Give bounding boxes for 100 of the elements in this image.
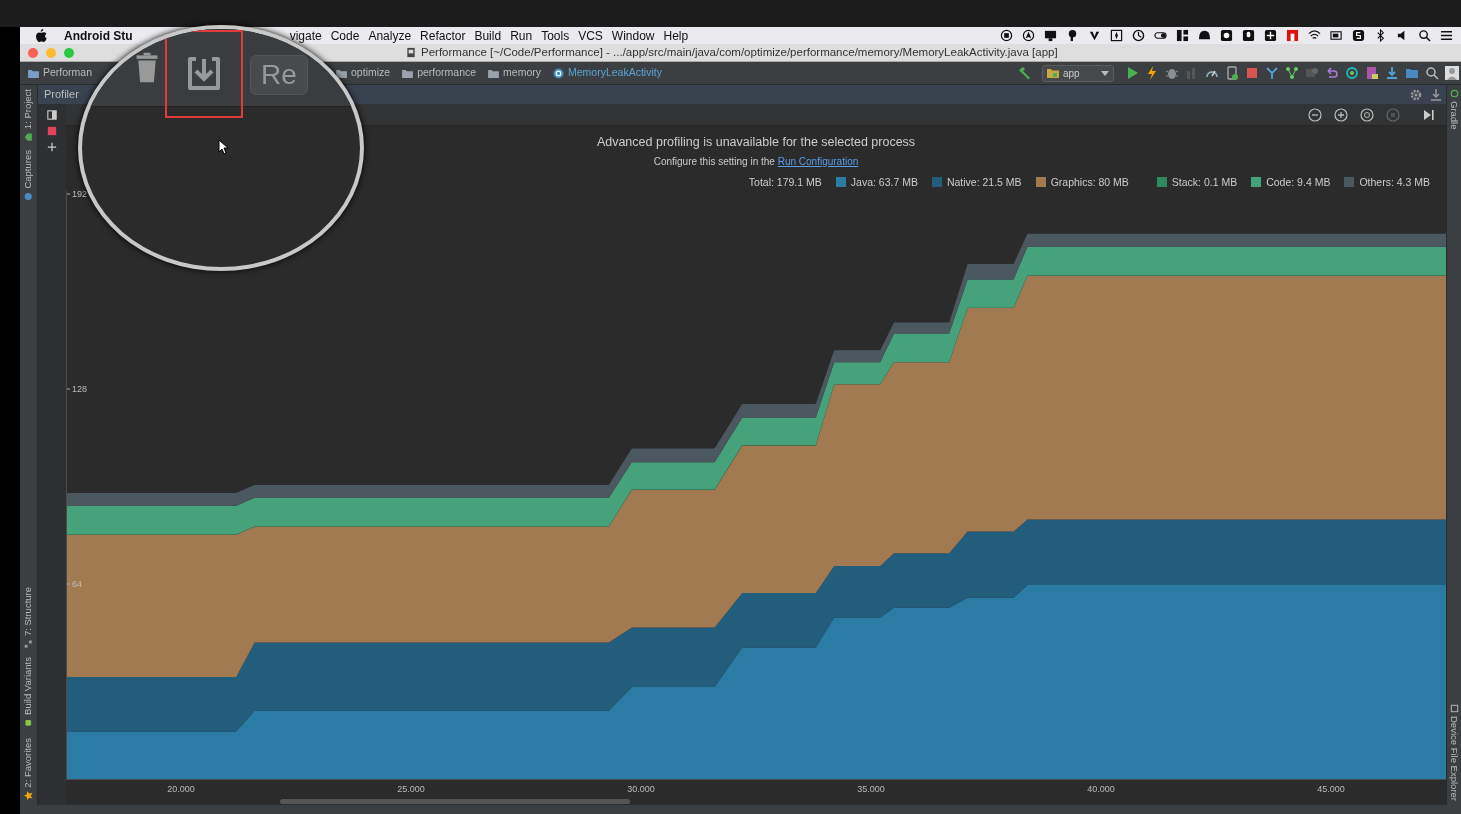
x-tick-label: 30.000 [627,783,655,794]
compass-icon[interactable] [1022,29,1035,42]
download-icon[interactable] [1385,66,1399,80]
bug-icon[interactable] [1165,66,1179,80]
legend-label: Native: 21.5 MB [946,175,1022,188]
y-tick [66,388,71,390]
breadcrumb[interactable]: performance [402,65,477,81]
record-button[interactable]: Re [250,54,308,95]
undo-icon[interactable] [1325,66,1339,80]
run-icon[interactable] [1125,66,1139,80]
x-tick-label: 35.000 [857,783,885,794]
folders-icon[interactable] [1405,66,1419,80]
device-icon[interactable] [1225,66,1239,80]
legend-label: Java: 63.7 MB [850,175,918,188]
tool-window-tab[interactable]: 2: Favorites [21,732,36,805]
battery-icon[interactable] [1330,29,1343,42]
gradle-icon [1449,89,1459,98]
tool-window-tab[interactable]: Build Variants [21,653,36,733]
stop-icon[interactable] [1245,66,1259,80]
configure-hint: Configure this setting in the Run Configuration [653,154,859,169]
menu-item[interactable]: Build [474,26,502,45]
menu-item[interactable]: Help [663,26,689,45]
square-icon [1449,704,1459,713]
app-icon[interactable] [1286,29,1299,42]
y-tick-label: 128 [72,383,88,394]
tool-window-tab[interactable]: Device File Explorer [1446,700,1461,805]
menu-item[interactable]: Window [611,26,655,45]
run-configuration-link[interactable]: Run Configuration [777,155,859,167]
caret-icon [1101,70,1109,76]
legend-label: Others: 4.3 MB [1359,175,1430,188]
sync-circle-icon[interactable] [1345,66,1359,80]
zoom-out-icon[interactable] [1308,107,1322,122]
document-icon[interactable] [1365,66,1379,80]
module-icon [1047,68,1059,78]
menu-item[interactable]: Refactor [420,26,466,45]
stop-session-icon[interactable] [47,126,57,136]
legend-label: Graphics: 80 MB [1050,175,1129,188]
y-tick [66,583,71,585]
reset-zoom-icon[interactable] [1360,107,1374,122]
tool-window-title: Profiler [43,87,79,103]
trash-icon[interactable] [134,52,160,83]
tool-window-tab[interactable]: 1: Project [21,85,36,147]
x-tick-label: 20.000 [167,783,195,794]
search-icon[interactable] [1418,29,1431,42]
breadcrumb[interactable]: optimize [336,65,391,81]
x-tick-label: 40.000 [1087,783,1115,794]
lollipop-icon[interactable] [1066,29,1079,42]
hammer-icon[interactable] [1017,66,1031,80]
zoom-in-icon[interactable] [1334,107,1348,122]
dot-icon[interactable] [1220,29,1233,42]
folder-icon [402,68,414,78]
microphone-icon[interactable] [1242,29,1255,42]
record-icon[interactable] [1000,29,1013,42]
branch-icon[interactable] [1285,66,1299,80]
jump-to-end-icon[interactable] [1421,107,1435,122]
wifi-icon[interactable] [1308,29,1321,42]
cross-icon[interactable] [1264,29,1277,42]
menu-item[interactable]: Analyze [368,26,412,45]
panel-toggle-icon[interactable] [47,110,57,120]
tool-window-tab[interactable]: Captures [21,146,36,206]
y-tick-label: 64 [72,578,82,589]
tool-window-tab[interactable]: 7: Structure [21,583,36,654]
s-app-icon[interactable] [1352,29,1365,42]
menu-item[interactable]: Run [510,26,533,45]
run-configuration-dropdown[interactable]: app [1042,64,1114,82]
toggle-icon[interactable] [1154,29,1167,42]
add-session-icon[interactable] [47,142,57,152]
class-icon [553,67,564,79]
settings-icon[interactable] [1409,87,1423,102]
clock-icon[interactable] [1132,29,1145,42]
mouse-cursor-icon [218,139,229,155]
y-tick [66,193,71,195]
menu-item[interactable]: Tools [541,26,570,45]
menu-item[interactable]: VCS [578,26,603,45]
menu-icon[interactable] [1440,29,1453,42]
display-icon[interactable] [1044,29,1057,42]
y-tick-label: 192 [72,190,88,199]
grid-icon[interactable] [1176,29,1189,42]
file-icon [406,47,416,58]
folder-icon [488,68,500,78]
export-icon[interactable] [186,55,222,92]
breadcrumb[interactable]: MemoryLeakActivity [553,65,662,81]
horizontal-scrollbar[interactable] [280,798,630,804]
tool-window-tab[interactable]: Gradle [1446,85,1461,134]
lightning-icon[interactable] [1145,66,1159,80]
apple-logo-icon[interactable] [36,29,47,42]
window-title: Performance [~/Code/Performance] - .../app/src/main/java/com/optimize/performance/memory/MemoryLeakActivity.java [app] [421,44,1058,60]
hide-icon[interactable] [1429,87,1443,102]
breadcrumb[interactable]: memory [488,65,541,81]
legend-label: Code: 9.4 MB [1266,175,1331,188]
breadcrumb[interactable]: Performan [28,65,93,81]
unavailable-message: Advanced profiling is unavailable for the selected process [596,134,916,151]
favorites-icon [23,791,34,801]
total-memory-label: Total: 179.1 MB [748,174,822,190]
folder-icon [336,68,348,78]
sync-icon[interactable] [1265,66,1279,80]
x-tick-label: 45.000 [1317,783,1345,794]
legend-label: Stack: 0.1 MB [1171,175,1238,188]
x-tick-label: 25.000 [397,783,425,794]
hat-icon[interactable] [1198,29,1211,42]
